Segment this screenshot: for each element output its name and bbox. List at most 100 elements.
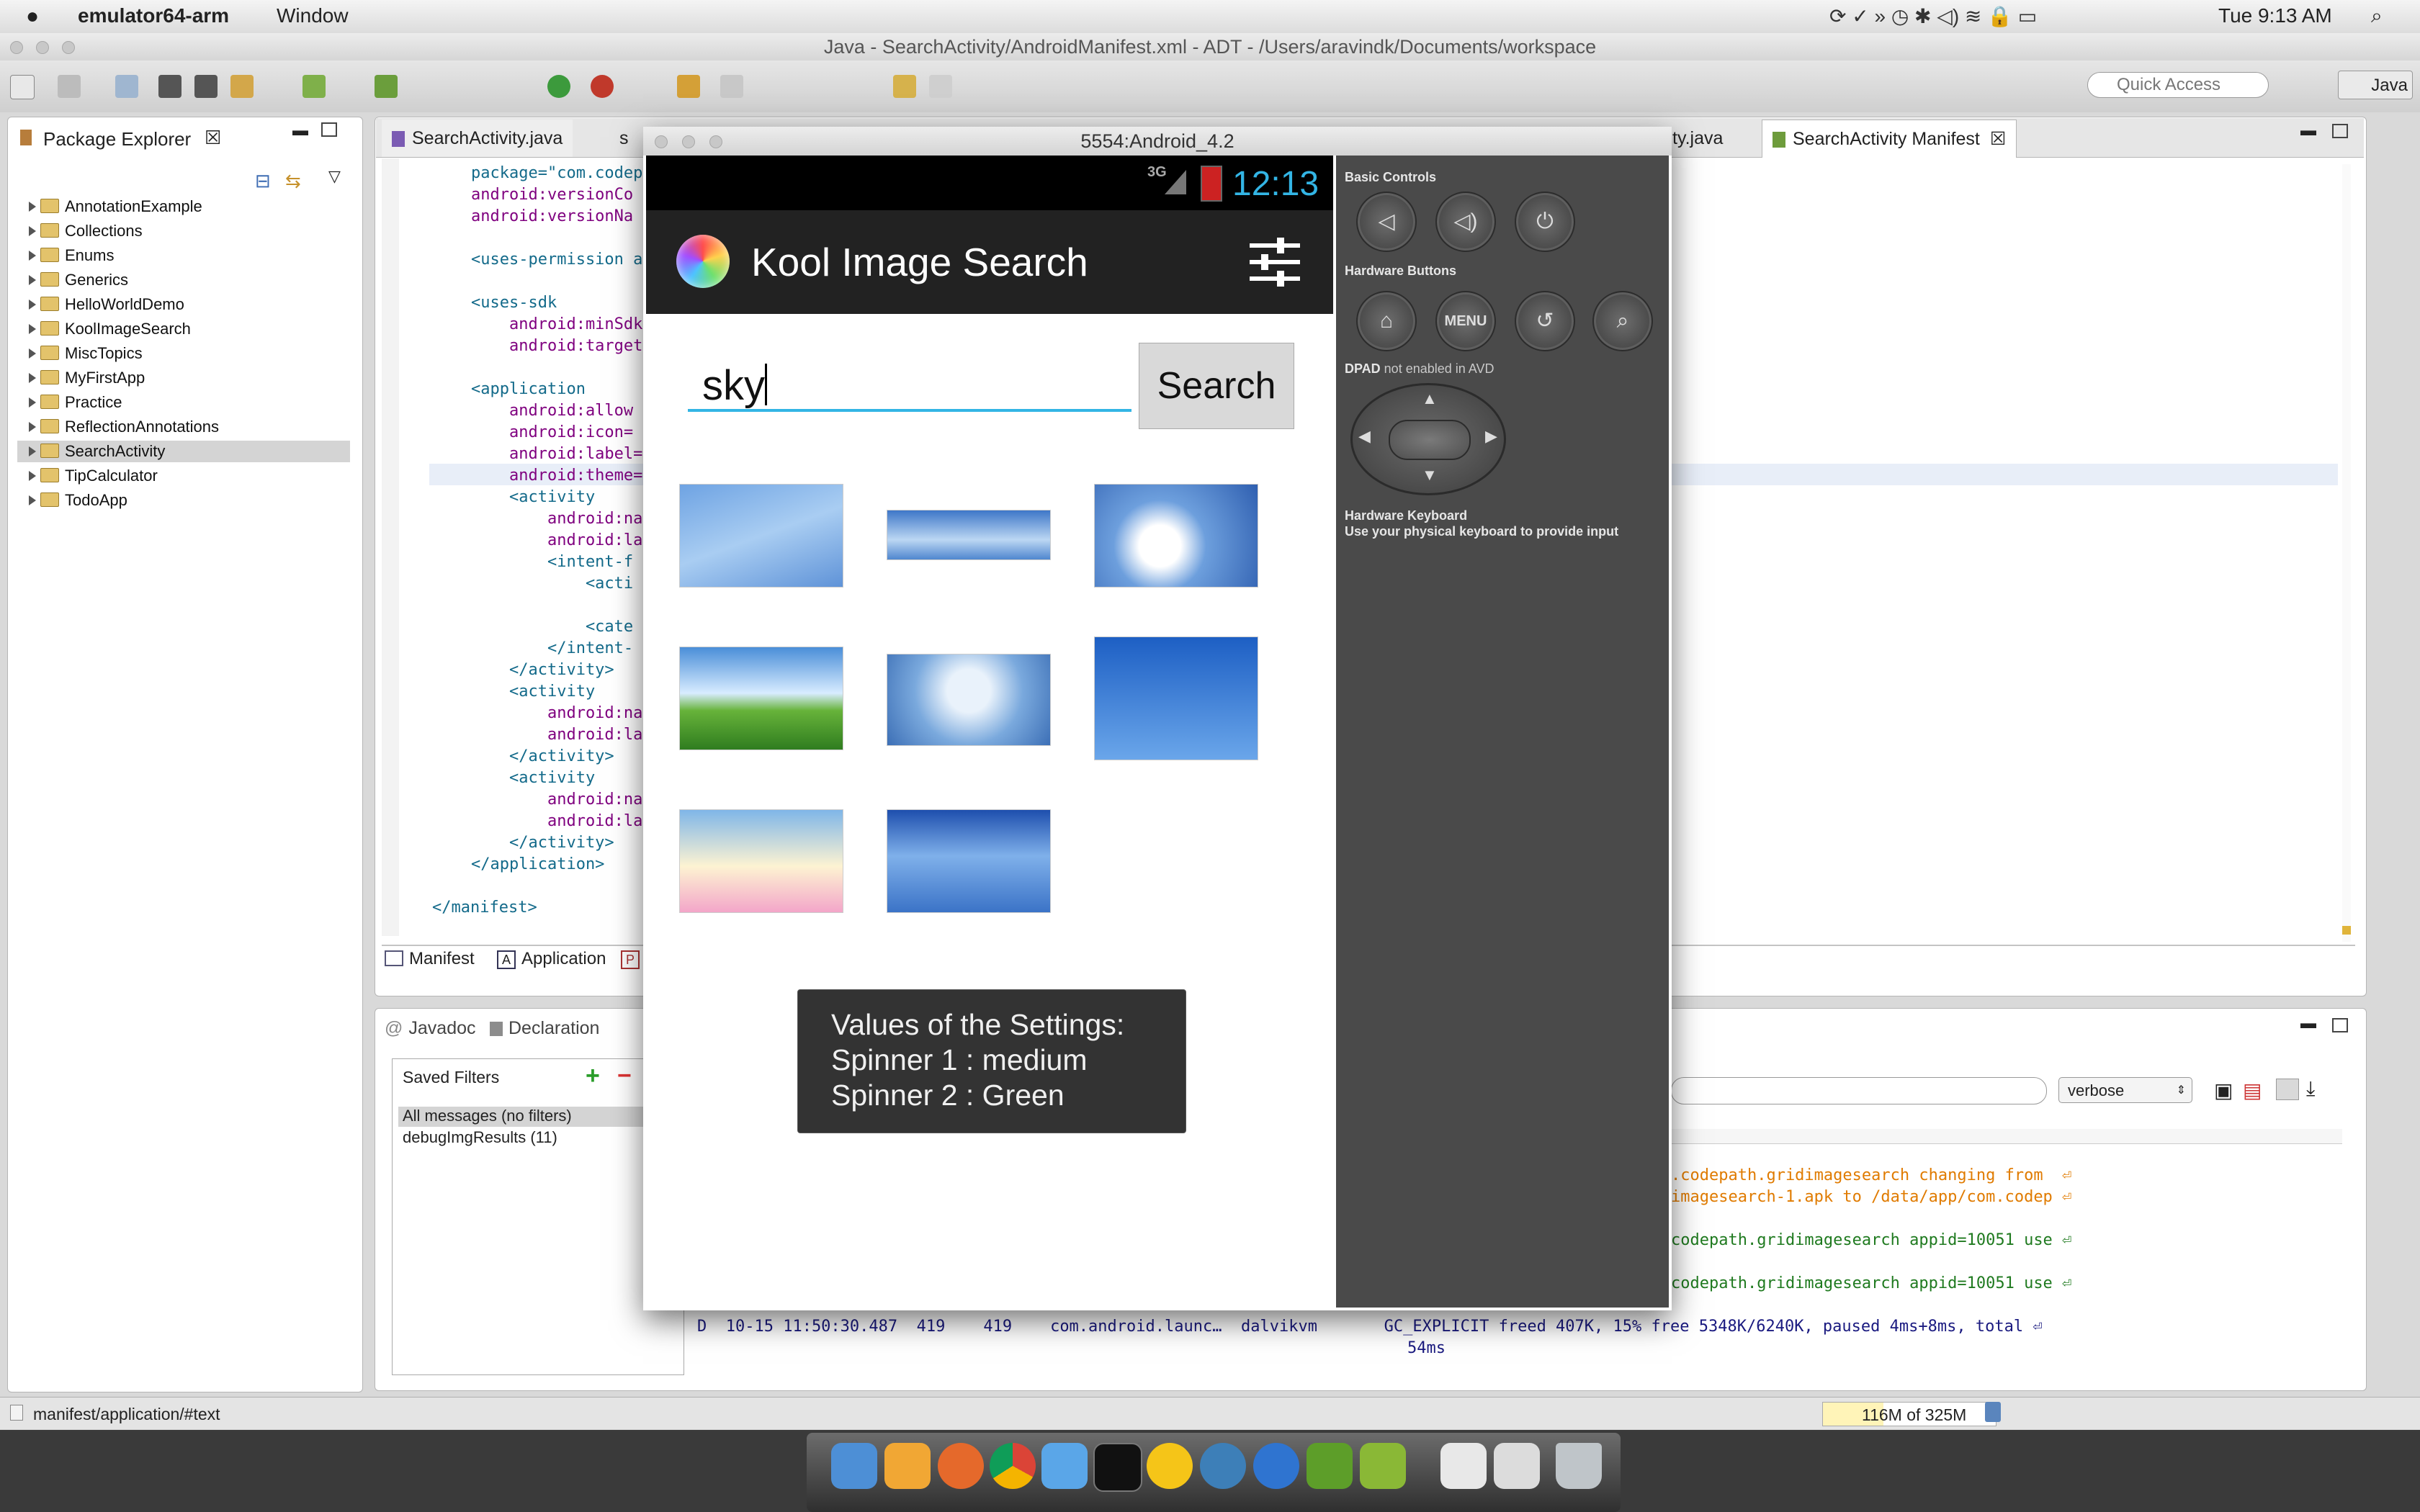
app-menu[interactable]: emulator64-arm [78,4,229,27]
filter-all-messages[interactable]: All messages (no filters) [403,1107,572,1125]
minimize-bottom-icon[interactable]: ▬ [2300,1014,2316,1032]
dpad-left-icon[interactable]: ◀ [1358,427,1371,446]
dpad-down-icon[interactable]: ▼ [1422,466,1438,485]
tab-manifest-editor[interactable]: Manifest [385,949,475,969]
firefox-icon[interactable] [938,1443,984,1489]
print-icon[interactable] [115,75,138,98]
project-generics[interactable]: Generics [29,269,128,291]
volume-down-icon[interactable]: ◁ [1356,192,1417,252]
close-tab-icon[interactable]: ☒ [1990,129,2006,149]
tab-manifest[interactable]: SearchActivity Manifest ☒ [1762,120,2017,158]
remove-filter-icon[interactable]: − [617,1062,632,1090]
minimize-editor-icon[interactable]: ▬ [2300,121,2316,140]
result-image-1[interactable] [679,484,843,588]
project-enums[interactable]: Enums [29,245,114,266]
search-button[interactable]: Search [1139,343,1294,429]
eclipse-icon[interactable] [1307,1443,1353,1489]
collapse-all-icon[interactable]: ⊟ [255,170,271,192]
tab-searchactivity-java[interactable]: SearchActivity.java [382,120,573,157]
sync-icon[interactable] [1200,1443,1246,1489]
facetime-icon[interactable] [1041,1443,1088,1489]
project-reflectionannotations[interactable]: ReflectionAnnotations [29,416,219,438]
search-input[interactable]: sky [688,361,1131,412]
sdk-manager-icon[interactable] [230,75,254,98]
dpad-right-icon[interactable]: ▶ [1485,427,1497,446]
dpad[interactable]: ▲ ▼ ◀ ▶ [1350,383,1506,495]
result-image-2[interactable] [887,510,1051,560]
debug-icon[interactable] [591,75,614,98]
project-practice[interactable]: Practice [29,392,122,413]
result-image-6[interactable] [1094,636,1258,760]
trash-icon[interactable] [1556,1443,1602,1489]
settings-sliders-icon[interactable] [1250,236,1300,288]
tab-javadoc[interactable]: @ Javadoc [385,1018,476,1039]
heap-status[interactable]: 116M of 325M [1822,1402,1996,1426]
expand-arrow-icon[interactable] [29,373,36,383]
project-annotationexample[interactable]: AnnotationExample [29,196,202,217]
filter-debug-results[interactable]: debugImgResults (11) [403,1128,557,1147]
minimize-window-button[interactable] [36,41,49,54]
maximize-bottom-icon[interactable] [2332,1018,2348,1032]
dpad-center[interactable] [1389,420,1471,460]
emulator-close-button[interactable] [655,135,668,148]
project-tipcalculator[interactable]: TipCalculator [29,465,158,487]
emulator-zoom-button[interactable] [709,135,722,148]
home-icon[interactable]: ⌂ [1356,291,1417,351]
avd-manager-icon[interactable] [302,75,326,98]
maximize-panel-icon[interactable] [321,122,337,137]
result-image-8[interactable] [887,809,1051,913]
android-icon[interactable] [1360,1443,1406,1489]
view-menu-icon[interactable]: ▽ [328,167,341,186]
safari-icon[interactable] [1253,1443,1299,1489]
project-helloworlddemo[interactable]: HelloWorldDemo [29,294,184,315]
expand-arrow-icon[interactable] [29,422,36,432]
expand-arrow-icon[interactable] [29,495,36,505]
dpad-up-icon[interactable]: ▲ [1422,390,1438,408]
perspective-java[interactable]: Java [2338,71,2413,99]
emulator-minimize-button[interactable] [682,135,695,148]
expand-arrow-icon[interactable] [29,397,36,408]
app-logo-icon[interactable] [676,235,730,288]
expand-arrow-icon[interactable] [29,300,36,310]
expand-arrow-icon[interactable] [29,251,36,261]
lint-icon[interactable] [375,75,398,98]
back-icon[interactable]: ↺ [1515,291,1575,351]
documents-icon[interactable] [1440,1443,1487,1489]
package-explorer-tab[interactable]: Package Explorer ☒ [10,120,226,157]
result-image-5[interactable] [887,654,1051,746]
tab-application-editor[interactable]: A Application [497,949,606,969]
minimize-panel-icon[interactable]: ▬ [292,121,308,140]
terminal-icon[interactable] [1093,1443,1142,1492]
menu-button[interactable]: MENU [1435,291,1496,351]
expand-arrow-icon[interactable] [29,275,36,285]
search-icon[interactable] [677,75,700,98]
project-misctopics[interactable]: MiscTopics [29,343,143,364]
save-log-icon[interactable]: ▣ [2214,1079,2233,1102]
new-icon[interactable] [10,75,35,99]
project-searchactivity[interactable]: SearchActivity [29,441,165,462]
link-editor-icon[interactable]: ⇆ [285,170,301,192]
quick-access-input[interactable]: Quick Access [2087,72,2269,98]
close-tab-icon[interactable]: ☒ [205,127,221,149]
clear-log-icon[interactable]: ▤ [2243,1079,2262,1102]
result-image-3[interactable] [1094,484,1258,588]
project-collections[interactable]: Collections [29,220,143,242]
expand-arrow-icon[interactable] [29,202,36,212]
project-todoapp[interactable]: TodoApp [29,490,127,511]
close-window-button[interactable] [10,41,23,54]
maximize-editor-icon[interactable] [2332,124,2348,138]
run-icon[interactable] [547,75,570,98]
search-icon[interactable]: ⌕ [1592,291,1653,351]
expand-arrow-icon[interactable] [29,471,36,481]
forward-icon[interactable] [929,75,952,98]
tab-third-file[interactable]: ty.java [1662,120,1733,157]
result-image-7[interactable] [679,809,843,913]
import-icon[interactable] [158,75,182,98]
volume-up-icon[interactable]: ◁) [1435,192,1496,252]
adium-icon[interactable] [1147,1443,1193,1489]
log-level-select[interactable]: verbose ⇕ [2058,1077,2192,1103]
result-image-4[interactable] [679,647,843,750]
add-filter-icon[interactable]: + [586,1062,600,1090]
downloads-icon[interactable] [1494,1443,1540,1489]
tab-permissions-editor[interactable]: P [621,949,640,969]
